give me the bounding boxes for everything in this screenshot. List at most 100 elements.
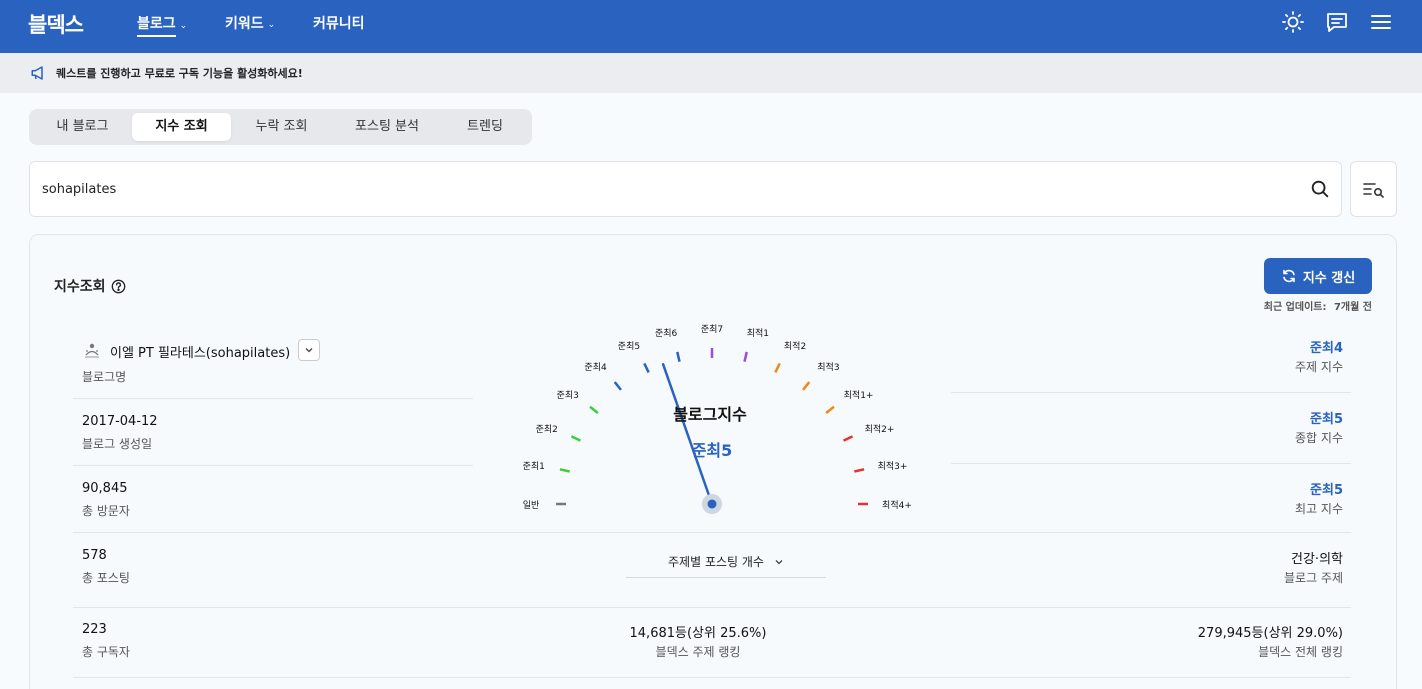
- gauge-tick-label: 준최2: [535, 424, 558, 435]
- blog-topic: 건강·의학: [1291, 552, 1343, 567]
- gauge-tick: [676, 351, 681, 362]
- total-rank: 279,945등(상위 29.0%): [1197, 626, 1343, 641]
- search-icon[interactable]: [1309, 178, 1331, 200]
- total-rank-label: 블덱스 전체 랭킹: [1258, 645, 1343, 659]
- last-updated: 최근 업데이트: 7개월 전: [1264, 298, 1372, 313]
- divider: [73, 677, 1351, 678]
- divider: [73, 532, 1351, 533]
- tab-my-blog[interactable]: 내 블로그: [33, 113, 132, 141]
- topic-index: 준최4: [1310, 341, 1343, 356]
- divider: [951, 463, 1351, 464]
- gauge-tick-label: 일반: [522, 501, 540, 511]
- gauge-tick-label: 최적3+: [877, 461, 908, 472]
- gauge-tick: [825, 405, 835, 414]
- gauge-tick-label: 준최6: [654, 329, 678, 340]
- blog-created-label: 블로그 생성일: [82, 437, 153, 451]
- last-updated-label: 최근 업데이트:: [1263, 302, 1327, 313]
- gauge-tick-label: 최적1: [746, 329, 769, 340]
- gauge-tick-label: 준최7: [700, 325, 724, 335]
- gauge-pivot: [707, 499, 717, 509]
- max-index: 준최5: [1310, 483, 1343, 498]
- tab-index-lookup[interactable]: 지수 조회: [132, 113, 231, 141]
- gauge-tick: [613, 381, 622, 391]
- topic-rank-label: 블덱스 주제 랭킹: [655, 645, 741, 659]
- topic-rank: 14,681등(상위 25.6%): [629, 626, 767, 641]
- total-visitors: 90,845: [82, 481, 128, 496]
- chat-icon[interactable]: [1325, 10, 1349, 34]
- total-posts: 578: [82, 548, 107, 563]
- divider: [73, 465, 473, 466]
- chevron-down-icon: [775, 559, 783, 564]
- gauge-tick: [854, 468, 865, 473]
- topic-index-label: 주제 지수: [1295, 360, 1343, 374]
- nav-item-label: 블로그: [137, 13, 176, 37]
- search-box: [29, 161, 1342, 217]
- gauge-tick: [559, 468, 570, 473]
- tab-posting-analysis[interactable]: 포스팅 분석: [332, 113, 442, 141]
- total-subscribers: 223: [82, 622, 107, 637]
- gauge-tick: [774, 362, 781, 374]
- chevron-down-icon: ⌄: [267, 20, 276, 30]
- refresh-label: 지수 갱신: [1302, 270, 1356, 286]
- last-updated-value: 7개월 전: [1333, 302, 1372, 313]
- gauge-tick: [589, 405, 599, 414]
- blog-name: 이엘 PT 필라테스(sohapilates): [110, 346, 291, 361]
- nav-item-blog[interactable]: 블로그 ⌄: [137, 13, 187, 37]
- tab-missing-lookup[interactable]: 누락 조회: [232, 113, 331, 141]
- refresh-icon: [1283, 269, 1295, 283]
- gauge-tick-label: 준최3: [556, 391, 579, 402]
- gauge-tick: [743, 351, 748, 362]
- divider: [73, 398, 473, 399]
- gauge-tick-label: 최적2: [783, 342, 807, 353]
- gauge-tick: [842, 435, 854, 442]
- help-icon[interactable]: [111, 279, 126, 294]
- search-input[interactable]: [42, 176, 1282, 202]
- filter-search-icon: [1363, 183, 1384, 198]
- refresh-index-button[interactable]: 지수 갱신: [1264, 258, 1372, 294]
- gauge-needle: [661, 363, 714, 506]
- topic-select-label: 주제별 포스팅 개수: [668, 555, 764, 569]
- blog-name-label: 블로그명: [82, 370, 127, 384]
- max-index-label: 최고 지수: [1295, 502, 1343, 516]
- card-title-text: 지수조회: [54, 279, 106, 295]
- nav-item-label: 키워드: [225, 16, 264, 32]
- blog-topic-label: 블로그 주제: [1283, 571, 1343, 585]
- megaphone-icon: [31, 66, 43, 80]
- logo[interactable]: 블덱스: [28, 9, 84, 39]
- notice-banner[interactable]: 퀘스트를 진행하고 무료로 구독 기능을 활성화하세요!: [0, 53, 1422, 93]
- divider: [951, 392, 1351, 393]
- gauge-tick-label: 최적3: [817, 363, 840, 374]
- search-filter-button[interactable]: [1350, 161, 1397, 217]
- gauge-tick-label: 최적4+: [882, 501, 912, 511]
- total-visitors-label: 총 방문자: [82, 504, 130, 518]
- gauge-tick-label: 준최5: [617, 342, 641, 353]
- total-index: 준최5: [1310, 412, 1343, 427]
- nav-item-keyword[interactable]: 키워드 ⌄: [225, 13, 275, 35]
- total-index-label: 종합 지수: [1295, 431, 1343, 445]
- notice-text: 퀘스트를 진행하고 무료로 구독 기능을 활성화하세요!: [56, 67, 303, 80]
- gauge-tick: [643, 362, 650, 374]
- gauge-tick-label: 최적1+: [843, 391, 874, 402]
- tab-bar: 내 블로그 지수 조회 누락 조회 포스팅 분석 트렌딩: [29, 109, 532, 145]
- sun-icon[interactable]: [1281, 10, 1305, 34]
- total-posts-label: 총 포스팅: [82, 571, 130, 585]
- menu-icon[interactable]: [1369, 10, 1393, 34]
- top-navigation: 블덱스 블로그 ⌄ 키워드 ⌄ 커뮤니티: [0, 0, 1422, 53]
- gauge-value: 준최5: [691, 441, 733, 460]
- total-subscribers-label: 총 구독자: [82, 645, 130, 659]
- divider: [73, 607, 1351, 608]
- topic-posting-count-select[interactable]: 주제별 포스팅 개수: [626, 546, 826, 578]
- tab-trending[interactable]: 트렌딩: [442, 113, 528, 141]
- gauge-tick-label: 준최4: [584, 363, 607, 374]
- blog-created-date: 2017-04-12: [82, 414, 158, 429]
- gauge-tick: [802, 381, 811, 391]
- blog-select-dropdown[interactable]: [298, 339, 320, 361]
- gauge-tick-label: 최적2+: [864, 424, 895, 435]
- nav-item-community[interactable]: 커뮤니티: [313, 13, 365, 35]
- card-title: 지수조회: [54, 276, 126, 296]
- gauge-tick: [570, 435, 582, 442]
- gauge-title: 블로그지수: [673, 405, 747, 424]
- nav-item-label: 커뮤니티: [313, 16, 365, 32]
- chevron-down-icon: [305, 348, 313, 353]
- gauge-tick-label: 준최1: [522, 461, 545, 472]
